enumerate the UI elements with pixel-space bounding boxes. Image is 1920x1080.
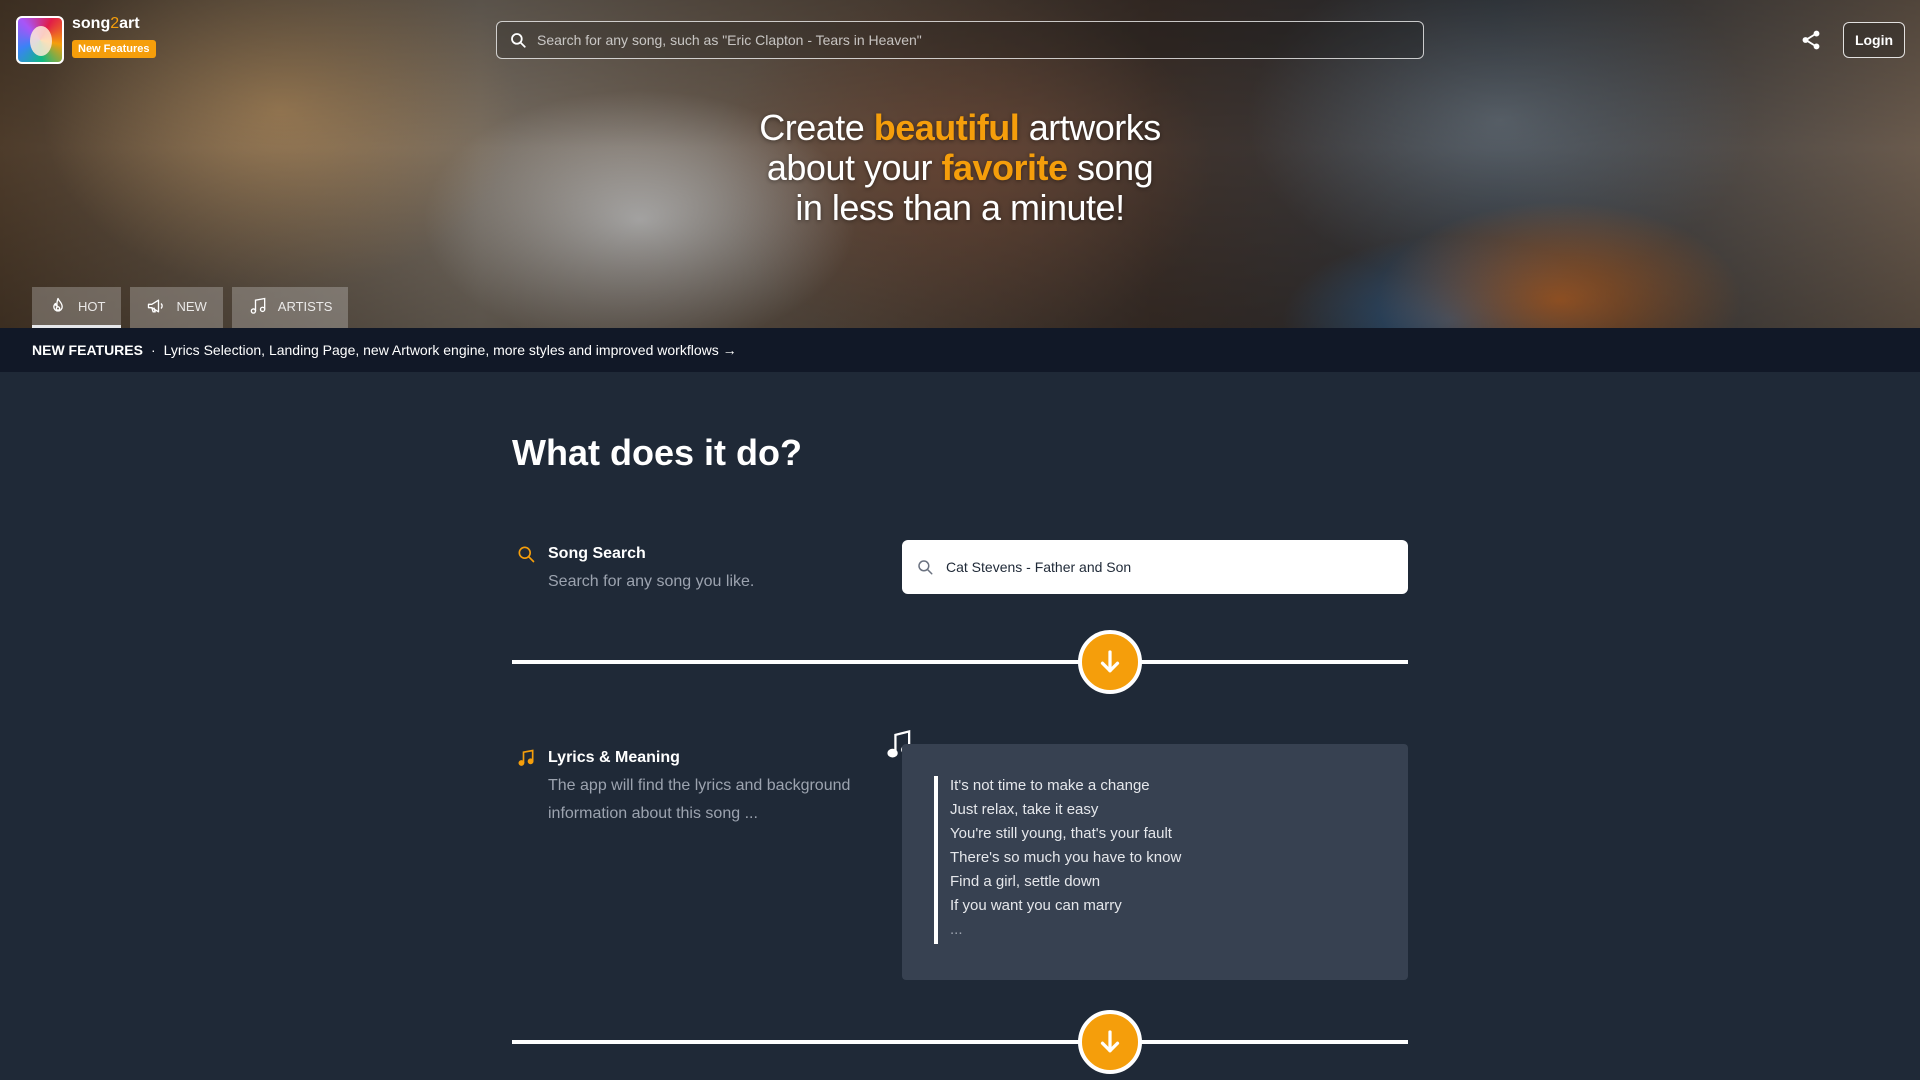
headline-line-1: Create beautiful artworks [660,108,1260,148]
step-divider [512,660,1408,664]
tab-new[interactable]: NEW [130,287,223,328]
music-note-icon [250,297,266,314]
search-input[interactable] [537,32,1417,48]
next-step-button[interactable] [1078,630,1142,694]
headline-line-2: about your favorite song [660,148,1260,188]
megaphone-icon [148,299,164,313]
lyrics-line: You're still young, that's your fault [950,825,1172,842]
search-icon [918,560,933,575]
lyrics-line: Just relax, take it easy [950,801,1099,818]
brand-part-b: 2 [110,15,120,32]
news-text[interactable]: Lyrics Selection, Landing Page, new Artw… [164,342,737,358]
lyrics-line: It's not time to make a change [950,777,1150,794]
category-tabs: HOT NEW ARTISTS [32,287,349,328]
news-label: NEW FEATURES [32,342,143,358]
arrow-down-icon [1100,650,1120,673]
brand-part-a: song [72,15,111,32]
feature-title-lyrics: Lyrics & Meaning [548,749,680,766]
feature-desc-lyrics: The app will find the lyrics and backgro… [548,777,851,822]
search-icon [511,33,526,48]
song-search-bar[interactable] [496,21,1424,59]
tab-label: ARTISTS [277,298,333,314]
lyrics-card: It's not time to make a change Just rela… [902,744,1408,980]
lyrics-line: Find a girl, settle down [950,873,1101,890]
headline-text: about your [766,147,942,188]
tab-label: HOT [78,298,106,314]
new-features-badge[interactable]: New Features [72,40,156,58]
headline-emphasis: favorite [941,147,1069,188]
feature-title-song-search: Song Search [548,545,646,562]
tab-artists[interactable]: ARTISTS [231,287,349,328]
news-bar[interactable]: NEW FEATURES · Lyrics Selection, Landing… [0,328,1920,372]
headline-emphasis: beautiful [873,107,1020,148]
step-divider [512,1040,1408,1044]
search-icon [518,546,535,563]
news-separator: · [150,342,156,358]
app-logo[interactable] [16,16,64,64]
login-button[interactable]: Login [1843,22,1905,58]
hero-banner: song2art New Features Login Create beaut… [0,0,1920,328]
fire-icon [53,297,63,312]
lyrics-ellipsis: ... [950,921,963,938]
share-icon[interactable] [1800,29,1822,51]
headline-text: Create [759,107,874,148]
demo-search-value: Cat Stevens - Father and Son [946,559,1132,575]
tab-label: NEW [176,298,207,314]
section-title: What does it do? [512,432,802,473]
feature-desc-song-search: Search for any song you like. [548,573,755,590]
lyrics-lines: It's not time to make a change Just rela… [950,774,1181,942]
demo-search-field[interactable]: Cat Stevens - Father and Son [902,540,1408,594]
brand-part-c: art [119,15,140,32]
headline-text: song [1067,147,1154,188]
headline-text: artworks [1019,107,1162,148]
next-step-button[interactable] [1078,1010,1142,1074]
music-note-icon [518,749,534,766]
quote-bar [934,776,938,944]
lyrics-line: If you want you can marry [950,897,1122,914]
main-content: What does it do? Song Search Search for … [512,372,1408,1080]
brand-name[interactable]: song2art [72,15,140,33]
lyrics-line: There's so much you have to know [950,849,1182,866]
headline-line-3: in less than a minute! [795,187,1125,228]
tab-hot[interactable]: HOT [32,287,122,328]
hero-headline: Create beautiful artworks about your fav… [660,108,1260,228]
arrow-down-icon [1100,1030,1120,1053]
